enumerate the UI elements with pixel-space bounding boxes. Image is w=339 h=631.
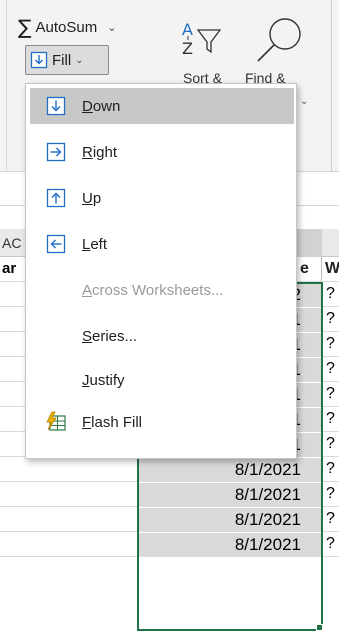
table-row[interactable]: 8/1/2021 ? — [0, 457, 339, 482]
date-cell-value: 8/1/2021 — [234, 534, 301, 554]
selected-date-cell[interactable]: 8/1/2021 — [137, 482, 322, 506]
menu-item-label: Flash Fill — [82, 413, 143, 431]
menu-item-left[interactable]: Left — [30, 226, 294, 262]
adjacent-cell-value: ? — [326, 284, 335, 302]
menu-item-label: Left — [82, 235, 108, 253]
fill-right-icon — [30, 142, 82, 162]
next-column-header-text: W — [325, 260, 339, 277]
adjacent-cell-value: ? — [326, 309, 335, 327]
menu-item-label: Series... — [82, 327, 138, 345]
selected-date-cell[interactable]: 8/1/2021 — [137, 532, 322, 556]
autosum-button[interactable]: ∑ AutoSum ⌄ — [18, 13, 116, 41]
adjacent-cell-value: ? — [326, 384, 335, 402]
date-cell-value: 8/1/2021 — [234, 484, 301, 504]
column-header-label: AC — [2, 235, 22, 251]
svg-text:Z: Z — [182, 39, 193, 58]
adjacent-cell-value: ? — [326, 359, 335, 377]
adjacent-cell-value: ? — [326, 409, 335, 427]
menu-item-series[interactable]: Series... — [30, 318, 294, 354]
table-row[interactable]: 8/1/2021 ? — [0, 507, 339, 532]
fill-dropdown-chevron-icon: ⌄ — [75, 54, 84, 66]
date-header-text: e — [300, 260, 309, 277]
menu-item-across-worksheets: Across Worksheets... — [30, 272, 294, 308]
adjacent-cell-value: ? — [326, 509, 335, 527]
find-dropdown-chevron-icon[interactable]: ⌄ — [300, 96, 308, 107]
adjacent-cell-value: ? — [326, 334, 335, 352]
autosum-sigma-icon: ∑ — [18, 15, 32, 39]
flash-fill-icon — [30, 411, 82, 433]
fill-button[interactable]: Fill ⌄ — [25, 45, 109, 75]
header-cell-text: ar — [2, 260, 17, 277]
adjacent-cell-value: ? — [326, 534, 335, 552]
find-select-magnifier-icon[interactable] — [254, 14, 306, 66]
menu-item-down[interactable]: Down — [30, 88, 294, 124]
date-cell-value: 8/1/2021 — [234, 509, 301, 529]
selected-date-cell[interactable]: 8/1/2021 — [137, 507, 322, 531]
ribbon-divider — [6, 0, 7, 172]
selected-date-cell[interactable]: 8/1/2021 — [137, 457, 322, 481]
menu-item-flash-fill[interactable]: Flash Fill — [30, 404, 294, 440]
menu-item-right[interactable]: Right — [30, 134, 294, 170]
menu-item-label: Up — [82, 189, 102, 207]
adjacent-cell-value: ? — [326, 459, 335, 477]
date-cell-value: 8/1/2021 — [234, 459, 301, 479]
fill-label: Fill — [52, 51, 72, 69]
autosum-dropdown-chevron-icon[interactable]: ⌄ — [107, 21, 116, 34]
menu-item-justify[interactable]: Justify — [30, 362, 294, 398]
table-row[interactable]: 8/1/2021 ? — [0, 482, 339, 507]
menu-item-up[interactable]: Up — [30, 180, 294, 216]
fill-handle[interactable] — [316, 624, 323, 631]
fill-left-icon — [30, 234, 82, 254]
menu-item-label: Right — [82, 143, 118, 161]
menu-item-label: Down — [82, 97, 121, 115]
sort-filter-icon[interactable]: A Z — [180, 18, 224, 60]
fill-dropdown-menu: Down Right Up Left Across Worksheets... Serie… — [25, 83, 297, 459]
adjacent-cell-value: ? — [326, 434, 335, 452]
fill-down-icon — [30, 51, 48, 69]
table-row[interactable]: 8/1/2021 ? — [0, 532, 339, 557]
menu-item-label: Justify — [82, 371, 125, 389]
menu-item-label: Across Worksheets... — [82, 281, 224, 299]
fill-down-icon — [30, 96, 82, 116]
ribbon-divider-right — [331, 0, 332, 172]
fill-up-icon — [30, 188, 82, 208]
autosum-label: AutoSum — [35, 18, 98, 36]
adjacent-cell-value: ? — [326, 484, 335, 502]
